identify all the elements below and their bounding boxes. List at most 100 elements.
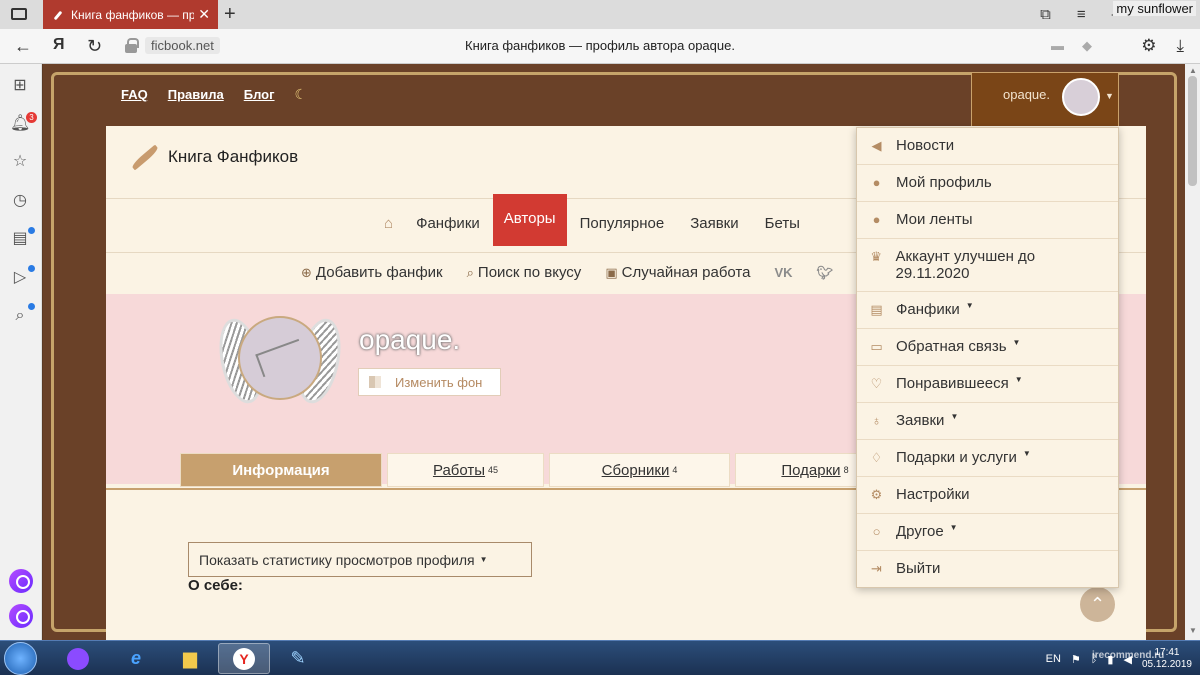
browser-tab-active[interactable]: Книга фанфиков — про ✕ — [43, 0, 218, 29]
new-tab-button[interactable]: + — [224, 3, 236, 26]
chevron-down-icon: ▼ — [965, 301, 974, 310]
windows-taskbar: e ▆ Y ✎ EN ⚑ ᛒ ▮ ◀ 17:41 05.12.2019 — [0, 640, 1200, 675]
nav-fanfics[interactable]: Фанфики — [403, 215, 493, 232]
circle-icon: ○ — [872, 524, 881, 539]
chevron-down-icon: ▼ — [949, 523, 958, 532]
nav-betas[interactable]: Беты — [752, 215, 813, 232]
taste-search-label: Поиск по вкусу — [477, 264, 582, 281]
actions-bar: ⊕ Добавить фанфик ⌕ Поиск по вкусу ▣ Случай… — [301, 264, 833, 281]
menu-item-logout[interactable]: ⇥ Выйти — [857, 551, 1118, 587]
menu-item-feeds[interactable]: ● Мои ленты — [857, 202, 1118, 239]
random-work-button[interactable]: ▣ Случайная работа — [605, 264, 750, 281]
taskbar-yandex-icon[interactable]: Y — [218, 643, 270, 674]
video-play-icon[interactable]: ▷ — [10, 268, 30, 288]
about-heading: О себе: — [188, 577, 243, 594]
nav-popular[interactable]: Популярное — [567, 215, 678, 232]
menu-item-label: Мой профиль — [896, 174, 992, 191]
plus-circle-icon: ⊕ — [301, 265, 312, 280]
tabs-overview-icon[interactable] — [11, 8, 27, 20]
megaphone-icon: ◀ — [871, 138, 882, 153]
menu-item-label: Настройки — [896, 486, 970, 503]
menu-item-label: Понравившееся — [896, 375, 1009, 392]
taste-search-button[interactable]: ⌕ Поиск по вкусу — [467, 264, 582, 281]
taskbar-ie-icon[interactable]: e — [110, 643, 162, 674]
scroll-up-icon[interactable]: ▲ — [1189, 66, 1197, 75]
menu-item-label: Новости — [896, 137, 955, 154]
favorites-star-icon[interactable]: ☆ — [10, 152, 30, 172]
download-icon[interactable]: ⤓ — [1176, 36, 1184, 56]
add-fanfic-label: Добавить фанфик — [315, 264, 443, 281]
rules-link[interactable]: Правила — [168, 87, 224, 102]
video-dot — [28, 265, 35, 272]
profile-tabs: Информация Работы 45 Сборники 4 Подарки 8 — [180, 453, 895, 487]
home-icon[interactable]: ⌂ — [384, 215, 403, 232]
history-clock-icon[interactable]: ◷ — [10, 191, 30, 211]
tray-flag-icon[interactable]: ⚑ — [1071, 653, 1081, 666]
page-scrollbar[interactable]: ▲ ▼ — [1185, 64, 1200, 640]
menu-item-premium[interactable]: ♛ Аккаунт улучшен до 29.11.2020 — [857, 239, 1118, 292]
scrollbar-thumb[interactable] — [1188, 76, 1197, 186]
faq-link[interactable]: FAQ — [121, 87, 148, 102]
menu-item-profile[interactable]: ● Мой профиль — [857, 165, 1118, 202]
chevron-down-icon: ▼ — [950, 412, 959, 421]
menu-item-settings[interactable]: ⚙ Настройки — [857, 477, 1118, 514]
menu-item-feedback[interactable]: ▭ Обратная связь ▼ — [857, 329, 1118, 366]
alice-app-icon[interactable] — [9, 569, 33, 593]
vk-icon[interactable]: VK — [774, 265, 792, 280]
bookmark-icon[interactable]: ◆ — [1082, 38, 1092, 54]
page-title: Книга фанфиков — профиль автора opaque. — [465, 38, 735, 53]
site-logo[interactable]: Книга Фанфиков — [126, 140, 298, 174]
scroll-to-top-button[interactable]: ⌃ — [1080, 587, 1115, 622]
collections-icon[interactable]: ▤ — [10, 229, 30, 249]
menu-item-label: Аккаунт улучшен до 29.11.2020 — [895, 248, 1036, 282]
tab-collections-count: 4 — [672, 465, 678, 475]
taskbar-alice-icon[interactable] — [52, 643, 104, 674]
tab-works[interactable]: Работы 45 — [387, 453, 544, 487]
extensions-icon[interactable]: ⚙ — [1141, 36, 1156, 56]
menu-item-liked[interactable]: ♡ Понравившееся ▼ — [857, 366, 1118, 403]
reader-icon[interactable]: ▬ — [1051, 38, 1064, 54]
twitter-icon[interactable]: 🐦︎ — [817, 265, 834, 281]
menu-item-label: Заявки — [896, 412, 945, 429]
chat-icon: ▭ — [870, 339, 883, 354]
close-tab-icon[interactable]: ✕ — [198, 6, 210, 23]
nav-requests[interactable]: Заявки — [677, 215, 751, 232]
menu-item-label: Выйти — [896, 560, 941, 577]
taskbar-explorer-icon[interactable]: ▆ — [164, 643, 216, 674]
tab-works-label: Работы — [432, 461, 486, 479]
top-links: FAQ Правила Блог ☾ — [121, 86, 307, 103]
menu-item-gifts[interactable]: ♢ Подарки и услуги ▼ — [857, 440, 1118, 477]
search-doc-icon[interactable]: ⌕ — [10, 306, 30, 326]
menu-item-requests[interactable]: ♁ Заявки ▼ — [857, 403, 1118, 440]
menu-icon[interactable]: ≡ — [1077, 6, 1086, 23]
blog-link[interactable]: Блог — [244, 87, 275, 102]
profile-avatar — [212, 314, 348, 414]
tab-info-label: Информация — [232, 461, 330, 479]
scroll-down-icon[interactable]: ▼ — [1189, 626, 1197, 635]
alice-assistant-icon[interactable] — [9, 604, 33, 628]
start-button[interactable] — [4, 642, 37, 675]
bookmark-manager-icon[interactable]: ⧉ — [1040, 6, 1051, 23]
menu-item-news[interactable]: ◀ Новости — [857, 128, 1118, 165]
add-fanfic-button[interactable]: ⊕ Добавить фанфик — [301, 264, 443, 281]
irecommend-watermark: irecommend.ru — [1092, 650, 1165, 661]
browser-tab-bar: Книга фанфиков — про ✕ + ⧉ ≡ – my sunflo… — [0, 0, 1200, 29]
user-dropdown-menu: ◀ Новости ● Мой профиль ● Мои ленты ♛ Аккаун… — [856, 127, 1119, 588]
tab-title: Книга фанфиков — про — [71, 7, 195, 22]
taskbar-paint-icon[interactable]: ✎ — [272, 643, 324, 674]
menu-item-other[interactable]: ○ Другое ▼ — [857, 514, 1118, 551]
profile-stats-button[interactable]: Показать статистику просмотров профиля ▼ — [188, 542, 532, 577]
user-icon: ● — [872, 175, 881, 190]
change-background-label: Изменить фон — [395, 374, 483, 390]
user-menu-toggle[interactable]: opaque. ▼ — [971, 72, 1119, 127]
apps-grid-icon[interactable]: ⊞ — [10, 76, 30, 96]
tab-info[interactable]: Информация — [180, 453, 382, 487]
address-bar: ← Я ↻ ficbook.net Книга фанфиков — профи… — [0, 29, 1200, 64]
night-mode-moon-icon[interactable]: ☾ — [295, 86, 308, 103]
profile-stats-label: Показать статистику просмотров профиля — [199, 551, 475, 568]
language-indicator[interactable]: EN — [1046, 653, 1061, 665]
change-background-button[interactable]: Изменить фон — [358, 368, 501, 396]
menu-item-fanfics[interactable]: ▤ Фанфики ▼ — [857, 292, 1118, 329]
tab-collections[interactable]: Сборники 4 — [549, 453, 730, 487]
nav-authors[interactable]: Авторы — [492, 194, 567, 246]
